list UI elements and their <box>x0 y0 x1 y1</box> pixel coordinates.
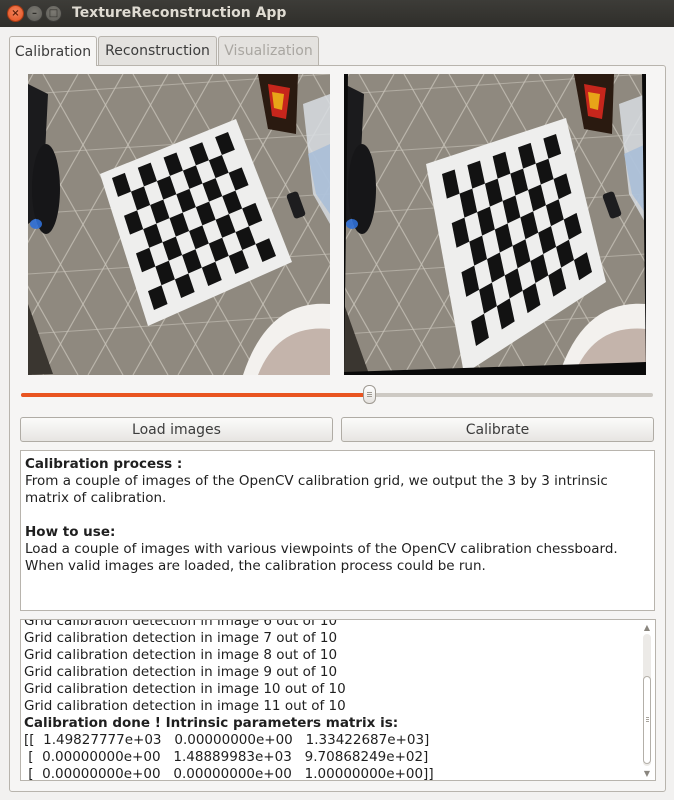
window-maximize-button[interactable]: □ <box>45 5 62 22</box>
scroll-up-icon[interactable]: ▲ <box>641 622 653 632</box>
scroll-down-icon[interactable]: ▼ <box>641 768 653 778</box>
matrix-row: [[ 1.49827777e+03 0.00000000e+00 1.33422… <box>24 732 430 748</box>
info-text-process: From a couple of images of the OpenCV ca… <box>25 473 608 506</box>
window-minimize-button[interactable]: – <box>26 5 43 22</box>
image-slider-fill <box>21 393 369 397</box>
log-scrollbar[interactable]: ▲ ▼ <box>641 622 653 778</box>
log-output[interactable]: Grid calibration detection in image 6 ou… <box>20 619 656 781</box>
info-heading-process: Calibration process : <box>25 456 183 472</box>
log-line: Grid calibration detection in image 9 ou… <box>24 664 338 680</box>
log-line: Grid calibration detection in image 10 o… <box>24 681 346 697</box>
tab-calibration[interactable]: Calibration <box>9 36 97 66</box>
matrix-row: [ 0.00000000e+00 1.48889983e+03 9.708682… <box>24 749 429 765</box>
thumb-grip-line <box>646 719 649 720</box>
photo-right <box>344 74 646 375</box>
window-title: TextureReconstruction App <box>72 5 287 21</box>
calibrate-button[interactable]: Calibrate <box>341 417 654 442</box>
maximize-icon: □ <box>48 7 59 19</box>
info-heading-usage: How to use: <box>25 524 116 540</box>
image-slider-handle[interactable] <box>362 385 376 404</box>
image-slider-track[interactable] <box>21 393 653 397</box>
scrollbar-trough[interactable] <box>643 634 651 766</box>
close-icon: × <box>11 7 20 19</box>
info-text-usage: Load a couple of images with various vie… <box>25 541 618 574</box>
log-line: Grid calibration detection in image 8 ou… <box>24 647 338 663</box>
calibration-image-original <box>28 74 330 375</box>
minimize-icon: – <box>32 7 37 19</box>
calibration-image-undistorted <box>344 74 646 375</box>
matrix-row: [ 0.00000000e+00 0.00000000e+00 1.000000… <box>24 766 434 781</box>
handle-grip-line <box>366 392 372 393</box>
title-bar: × – □ TextureReconstruction App <box>0 0 674 27</box>
tab-reconstruction[interactable]: Reconstruction <box>98 36 217 65</box>
log-line: Grid calibration detection in image 7 ou… <box>24 630 338 646</box>
instructions-text: Calibration process : From a couple of i… <box>20 450 655 611</box>
log-result-heading: Calibration done ! Intrinsic parameters … <box>24 715 399 731</box>
log-content: Grid calibration detection in image 6 ou… <box>24 619 637 781</box>
log-line: Grid calibration detection in image 11 o… <box>24 698 346 714</box>
window-close-button[interactable]: × <box>7 5 24 22</box>
thumb-grip-line <box>646 717 649 718</box>
tab-visualization: Visualization <box>218 36 319 65</box>
log-line: Grid calibration detection in image 6 ou… <box>24 619 338 629</box>
thumb-grip-line <box>646 721 649 722</box>
scrollbar-thumb[interactable] <box>643 676 651 764</box>
load-images-button[interactable]: Load images <box>20 417 333 442</box>
photo-left <box>28 74 330 375</box>
handle-grip-line <box>366 394 372 395</box>
handle-grip-line <box>366 396 372 397</box>
